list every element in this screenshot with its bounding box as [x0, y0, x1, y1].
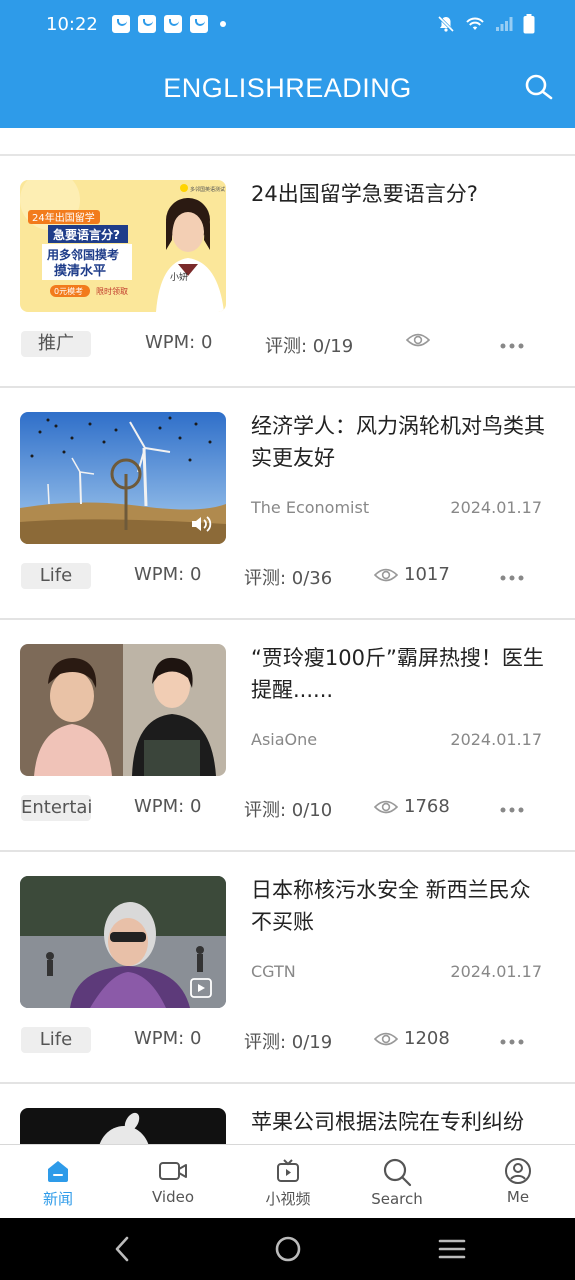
more-options-icon[interactable] — [500, 1039, 524, 1045]
more-options-icon[interactable] — [500, 807, 524, 813]
signal-icon — [496, 17, 513, 31]
wpm-value: WPM: 0 — [145, 332, 213, 353]
wpm-value: WPM: 0 — [134, 1028, 202, 1049]
video-camera-icon — [159, 1162, 187, 1180]
notification-icon — [163, 15, 182, 33]
article-thumbnail[interactable] — [20, 1108, 226, 1144]
system-navigation-bar — [0, 1218, 575, 1280]
home-icon — [48, 1161, 68, 1182]
app-bar: ENGLISHREADING — [0, 48, 575, 128]
article-card[interactable]: “贾玲瘦100斤”霸屏热搜！医生提醒...... AsiaOne 2024.01… — [0, 620, 575, 852]
tab-label: Video — [151, 1188, 195, 1206]
article-card[interactable]: 经济学人：风力涡轮机对鸟类其实更友好 The Economist 2024.01… — [0, 388, 575, 620]
category-tag[interactable]: Life — [21, 563, 91, 589]
article-title[interactable]: “贾玲瘦100斤”霸屏热搜！医生提醒...... — [251, 642, 551, 706]
recents-icon[interactable] — [438, 1235, 466, 1263]
evaluation-score: 评测: 0/19 — [244, 1032, 333, 1053]
more-options-icon[interactable] — [500, 343, 524, 349]
search-icon — [383, 1158, 412, 1187]
tab-label: Me — [506, 1188, 530, 1206]
thumb-badge2-text: 限时领取 — [96, 286, 128, 296]
wpm-value: WPM: 0 — [134, 796, 202, 817]
tab-video[interactable]: Video — [133, 1145, 213, 1219]
app-title: ENGLISHREADING — [163, 72, 412, 103]
article-thumbnail[interactable] — [20, 412, 226, 544]
status-bar: 10:22 — [0, 0, 575, 48]
notification-icon — [189, 15, 208, 33]
article-thumbnail[interactable]: 24年出国留学 急要语言分? 用多邻国摸考 摸清水平 0元模考 限时领取 小妍 … — [20, 180, 226, 312]
user-icon — [505, 1158, 531, 1184]
category-tag[interactable]: 推广 — [21, 331, 91, 357]
tab-short-video[interactable]: 小视频 — [248, 1145, 328, 1219]
article-card-promoted[interactable]: 24年出国留学 急要语言分? 用多邻国摸考 摸清水平 0元模考 限时领取 小妍 … — [0, 156, 575, 388]
article-date: 2024.01.17 — [450, 730, 542, 749]
evaluation-score: 评测: 0/19 — [265, 336, 354, 357]
eye-icon — [374, 568, 398, 581]
article-title[interactable]: 苹果公司根据法院在专利纠纷 — [251, 1106, 551, 1138]
category-tag[interactable]: Entertai — [21, 795, 91, 821]
notification-icon — [111, 15, 130, 33]
video-play-icon — [190, 978, 212, 998]
audio-icon — [192, 516, 212, 532]
article-title[interactable]: 24出国留学急要语言分? — [251, 178, 551, 210]
article-title[interactable]: 日本称核污水安全 新西兰民众不买账 — [251, 874, 551, 938]
article-thumbnail[interactable] — [20, 876, 226, 1008]
article-date: 2024.01.17 — [450, 962, 542, 981]
status-time: 10:22 — [46, 13, 98, 35]
bottom-tab-bar: 新闻 Video 小视频 Search Me — [0, 1144, 575, 1218]
wifi-icon — [466, 17, 484, 30]
thumb-line2-text: 用多邻国摸考 — [46, 247, 119, 262]
article-source: AsiaOne — [251, 730, 318, 749]
wpm-value: WPM: 0 — [134, 564, 202, 585]
article-title[interactable]: 经济学人：风力涡轮机对鸟类其实更友好 — [251, 410, 551, 474]
search-icon[interactable] — [523, 72, 555, 104]
article-source: The Economist — [251, 498, 370, 517]
article-card[interactable]: 日本称核污水安全 新西兰民众不买账 CGTN 2024.01.17 Life W… — [0, 852, 575, 1084]
more-options-icon[interactable] — [500, 575, 524, 581]
evaluation-score: 评测: 0/10 — [244, 800, 333, 821]
thumb-line3-text: 摸清水平 — [54, 263, 106, 279]
tab-label: 新闻 — [42, 1190, 73, 1208]
more-notifications-dot — [219, 21, 226, 27]
view-count: 1768 — [404, 796, 450, 817]
view-count: 1208 — [404, 1028, 450, 1049]
article-date: 2024.01.17 — [450, 498, 542, 517]
thumb-name-text: 小妍 — [170, 271, 188, 283]
home-button-icon[interactable] — [274, 1235, 302, 1263]
thumb-brand-text: 多邻国英语测试 — [190, 186, 225, 193]
tab-news[interactable]: 新闻 — [18, 1145, 98, 1219]
eye-icon — [374, 800, 398, 813]
battery-icon — [523, 14, 535, 34]
category-tag[interactable]: Life — [21, 1027, 91, 1053]
thumb-line1-text: 急要语言分? — [53, 227, 120, 242]
article-source: CGTN — [251, 962, 296, 981]
tab-me[interactable]: Me — [478, 1145, 558, 1219]
back-icon[interactable] — [112, 1235, 132, 1263]
notification-icon — [137, 15, 156, 33]
thumb-banner-text: 24年出国留学 — [32, 211, 95, 224]
tab-search[interactable]: Search — [357, 1145, 437, 1219]
thumb-badge-text: 0元模考 — [54, 286, 83, 296]
view-count: 1017 — [404, 564, 450, 585]
eye-icon — [406, 333, 430, 347]
article-card[interactable]: 苹果公司根据法院在专利纠纷 — [0, 1084, 575, 1144]
tv-play-icon — [277, 1159, 299, 1182]
article-thumbnail[interactable] — [20, 644, 226, 776]
evaluation-score: 评测: 0/36 — [244, 568, 333, 589]
mute-icon — [437, 15, 455, 33]
eye-icon — [374, 1032, 398, 1045]
tab-label: Search — [371, 1190, 423, 1208]
article-feed[interactable]: 24年出国留学 急要语言分? 用多邻国摸考 摸清水平 0元模考 限时领取 小妍 … — [0, 128, 575, 1144]
tab-label: 小视频 — [265, 1190, 311, 1208]
